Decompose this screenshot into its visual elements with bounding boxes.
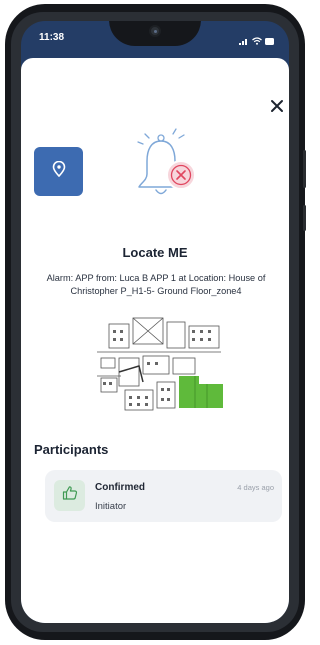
status-bar: 11:38: [21, 21, 289, 59]
status-icons: [239, 32, 275, 50]
alarm-description: Alarm: APP from: Luca B APP 1 at Locatio…: [46, 273, 266, 296]
thumbs-up-icon: [62, 485, 78, 506]
participant-status: Confirmed: [95, 482, 145, 493]
status-time: 11:38: [39, 32, 65, 43]
alarm-detail-sheet: Locate ME Alarm: APP from: Luca B APP 1 …: [21, 58, 289, 623]
participant-card[interactable]: Confirmed Initiator 4 days ago: [45, 470, 282, 522]
close-icon[interactable]: [269, 98, 285, 114]
participant-time: 4 days ago: [237, 483, 274, 492]
alarm-title: Locate ME: [122, 245, 188, 260]
location-button[interactable]: [34, 147, 83, 196]
participant-status-badge: [54, 480, 85, 511]
signal-icon: [239, 32, 249, 50]
bell-icon: [129, 128, 201, 204]
battery-icon: [265, 32, 275, 50]
camera: [149, 25, 161, 37]
screen: 11:38 Locate ME Alarm: APP from: Luca B …: [21, 21, 289, 623]
location-pin-icon: [52, 160, 66, 182]
floor-plan-map[interactable]: [95, 316, 224, 414]
wifi-icon: [252, 32, 262, 50]
participants-heading: Participants: [34, 442, 109, 457]
power-button: [303, 205, 306, 231]
volume-button: [303, 150, 306, 188]
participant-role: Initiator: [95, 501, 127, 512]
phone-frame: 11:38 Locate ME Alarm: APP from: Luca B …: [0, 0, 310, 645]
